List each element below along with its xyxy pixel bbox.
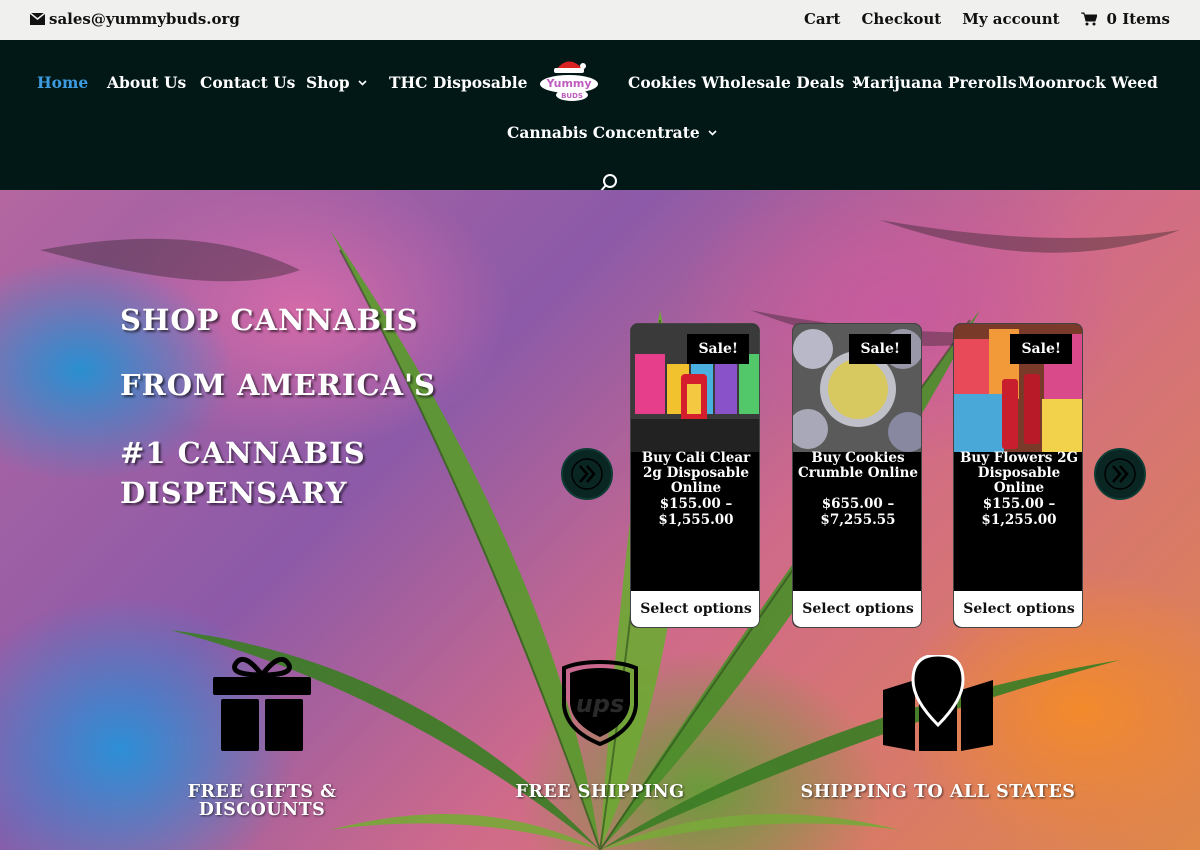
my-account-link[interactable]: My account — [962, 10, 1059, 28]
select-options-button[interactable]: Select options — [793, 591, 921, 627]
nav-home[interactable]: Home — [37, 73, 88, 92]
sale-badge: Sale! — [687, 334, 749, 364]
ups-icon: ups — [562, 660, 638, 746]
cart-items-link[interactable]: 0 Items — [1080, 10, 1170, 28]
svg-text:ups: ups — [576, 690, 625, 718]
feature-free-gifts-label: FREE GIFTS & DISCOUNTS — [187, 782, 337, 820]
sale-badge: Sale! — [849, 334, 911, 364]
product-title[interactable]: Buy Cookies Crumble Online — [793, 451, 921, 481]
cart-count: 0 Items — [1106, 10, 1170, 28]
chevron-down-icon — [358, 79, 367, 86]
hero-headline-line-1: SHOP CANNABIS — [120, 303, 419, 337]
nav-about-label: About Us — [107, 73, 187, 92]
product-price: $155.00 – $1,255.00 — [981, 496, 1057, 528]
email-text: sales@yummybuds.org — [49, 10, 240, 28]
sale-badge: Sale! — [1010, 334, 1072, 364]
cart-link[interactable]: Cart — [804, 10, 841, 28]
nav-about-us[interactable]: About Us — [107, 73, 186, 92]
product-price: $655.00 – $7,255.55 — [820, 496, 896, 528]
hero-headline-line-3: #1 CANNABIS — [120, 436, 366, 470]
nav-moonrock-label: Moonrock Weed — [1018, 73, 1158, 92]
nav-contact-us[interactable]: Contact Us — [200, 73, 295, 92]
hero-banner: SHOP CANNABIS FROM AMERICA'S #1 CANNABIS… — [0, 190, 1200, 850]
envelope-icon — [30, 13, 45, 25]
double-chevron-right-icon — [571, 458, 603, 490]
main-nav: Home About Us Contact Us Shop THC Dispos… — [0, 40, 1200, 192]
yummy-buds-logo[interactable]: Yummy BUDS — [538, 52, 600, 104]
nav-shop-label: Shop — [306, 73, 350, 92]
double-chevron-right-icon — [1104, 458, 1136, 490]
nav-shop[interactable]: Shop — [306, 73, 367, 92]
hero-headline-line-4: DISPENSARY — [120, 476, 348, 510]
checkout-link[interactable]: Checkout — [861, 10, 941, 28]
svg-text:BUDS: BUDS — [561, 92, 583, 100]
top-bar: sales@yummybuds.org Cart Checkout My acc… — [0, 0, 1200, 40]
nav-contact-label: Contact Us — [200, 73, 296, 92]
nav-thc-disposable[interactable]: THC Disposable — [389, 73, 528, 92]
product-title[interactable]: Buy Cali Clear 2g Disposable Online — [631, 451, 759, 496]
product-card[interactable]: Sale! Buy Cali Clear 2g Disposable Onlin… — [630, 323, 760, 628]
nav-cookies-label: Cookies Wholesale Deals — [628, 73, 845, 92]
svg-text:Yummy: Yummy — [545, 77, 591, 90]
nav-moonrock-weed[interactable]: Moonrock Weed — [1018, 73, 1158, 92]
gift-icon — [213, 656, 311, 751]
product-card[interactable]: Sale! Buy Flowers 2G Disposable Online $… — [953, 323, 1083, 628]
select-options-button[interactable]: Select options — [631, 591, 759, 627]
nav-concentrate-label: Cannabis Concentrate — [507, 123, 700, 142]
product-card[interactable]: Sale! Buy Cookies Crumble Online $655.00… — [792, 323, 922, 628]
cart-icon — [1080, 12, 1097, 26]
nav-home-label: Home — [37, 73, 89, 92]
email-link[interactable]: sales@yummybuds.org — [30, 10, 240, 28]
map-pin-icon — [883, 655, 993, 751]
nav-cookies-wholesale[interactable]: Cookies Wholesale Deals — [628, 73, 861, 92]
feature-shipping-states-label: SHIPPING TO ALL STATES — [800, 782, 1076, 802]
nav-cannabis-concentrate[interactable]: Cannabis Concentrate — [507, 123, 717, 142]
select-options-button[interactable]: Select options — [954, 591, 1082, 627]
product-title[interactable]: Buy Flowers 2G Disposable Online — [954, 451, 1082, 496]
hero-headline-line-2: FROM AMERICA'S — [120, 368, 436, 402]
nav-thc-label: THC Disposable — [389, 73, 528, 92]
nav-prerolls-label: Marijuana Prerolls — [853, 73, 1017, 92]
feature-free-shipping-label: FREE SHIPPING — [515, 782, 685, 802]
product-price: $155.00 – $1,555.00 — [658, 496, 734, 528]
carousel-prev-button[interactable] — [561, 448, 613, 500]
nav-marijuana-prerolls[interactable]: Marijuana Prerolls — [853, 73, 1017, 92]
chevron-down-icon — [708, 129, 717, 136]
carousel-next-button[interactable] — [1094, 448, 1146, 500]
